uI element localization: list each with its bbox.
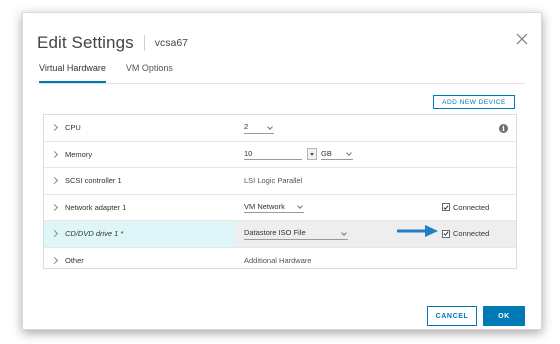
memory-input-value: 10 xyxy=(244,149,253,159)
cdrom-select-value: Datastore ISO File xyxy=(244,228,306,238)
memory-expander[interactable]: Memory xyxy=(44,142,234,168)
edit-settings-dialog: Edit Settings vcsa67 Virtual Hardware VM… xyxy=(22,12,542,330)
other-value: Additional Hardware xyxy=(244,255,312,265)
hardware-row-network: Network adapter 1 VM Network Connected xyxy=(44,195,516,221)
cancel-button[interactable]: CANCEL xyxy=(427,306,477,326)
scsi-expander[interactable]: SCSI controller 1 xyxy=(44,168,234,194)
cpu-select[interactable]: 2 xyxy=(244,122,274,134)
cpu-label: CPU xyxy=(65,123,81,133)
info-icon[interactable]: i xyxy=(499,124,508,133)
vm-name: vcsa67 xyxy=(154,37,189,49)
tab-divider xyxy=(39,83,525,84)
checkbox-checked-icon xyxy=(442,203,450,212)
hardware-row-cpu: CPU 2 i xyxy=(44,115,516,142)
scsi-value: LSI Logic Parallel xyxy=(244,176,303,186)
cdrom-connected-checkbox[interactable]: Connected xyxy=(442,229,489,238)
chevron-down-icon xyxy=(267,123,273,130)
chevron-down-icon xyxy=(297,203,303,210)
cdrom-connected-label: Connected xyxy=(453,229,490,239)
dialog-header: Edit Settings vcsa67 xyxy=(37,31,188,55)
close-icon[interactable] xyxy=(515,32,529,46)
chevron-right-icon xyxy=(50,124,59,132)
network-select[interactable]: VM Network xyxy=(244,201,304,214)
cpu-select-value: 2 xyxy=(244,122,249,132)
cpu-value-cell: 2 xyxy=(244,115,274,141)
hardware-row-other: Other Additional Hardware xyxy=(44,248,516,269)
hardware-row-scsi: SCSI controller 1 LSI Logic Parallel xyxy=(44,168,516,195)
other-expander[interactable]: Other xyxy=(44,248,234,269)
cdrom-label: CD/DVD drive 1 * xyxy=(65,229,124,239)
chevron-right-icon xyxy=(50,177,59,185)
hardware-row-cdrom: CD/DVD drive 1 * Datastore ISO File Conn… xyxy=(44,221,516,248)
memory-value-cell: 10 GB xyxy=(244,142,353,168)
chevron-right-icon xyxy=(50,203,59,211)
chevron-down-icon xyxy=(341,229,347,236)
chevron-right-icon xyxy=(50,150,59,158)
ok-button[interactable]: OK xyxy=(483,306,525,326)
other-label: Other xyxy=(65,255,84,265)
title-divider xyxy=(143,35,145,51)
network-expander[interactable]: Network adapter 1 xyxy=(44,195,234,221)
hardware-row-memory: Memory 10 GB xyxy=(44,142,516,168)
network-connected: Connected xyxy=(442,195,489,221)
memory-label: Memory xyxy=(65,149,93,159)
add-new-device-button[interactable]: ADD NEW DEVICE xyxy=(433,95,515,109)
cdrom-connected: Connected xyxy=(442,221,489,247)
checkbox-checked-icon xyxy=(442,229,450,238)
cdrom-select[interactable]: Datastore ISO File xyxy=(244,228,348,240)
memory-unit-dropdown-button[interactable] xyxy=(307,148,317,161)
dialog-title: Edit Settings xyxy=(37,33,134,52)
tab-bar: Virtual Hardware VM Options xyxy=(39,61,193,83)
cpu-expander[interactable]: CPU xyxy=(44,115,234,141)
network-label: Network adapter 1 xyxy=(65,202,127,212)
network-value-cell: VM Network xyxy=(244,195,304,221)
memory-unit-select[interactable]: GB xyxy=(321,148,353,161)
chevron-right-icon xyxy=(50,256,59,264)
scsi-label: SCSI controller 1 xyxy=(65,176,122,186)
network-connected-label: Connected xyxy=(453,202,490,212)
caret-down-icon xyxy=(310,152,314,156)
memory-unit-value: GB xyxy=(321,148,332,158)
cdrom-value-cell: Datastore ISO File xyxy=(244,221,348,247)
chevron-down-icon xyxy=(346,150,352,157)
cdrom-expander[interactable]: CD/DVD drive 1 * xyxy=(44,221,234,247)
chevron-right-icon xyxy=(50,230,59,238)
memory-input[interactable]: 10 xyxy=(244,148,302,161)
hardware-list: CPU 2 i Memory 10 GB SCSI controller 1 L… xyxy=(43,114,517,269)
arrow-right-icon xyxy=(397,225,438,237)
tab-virtual-hardware[interactable]: Virtual Hardware xyxy=(39,61,106,83)
tab-vm-options[interactable]: VM Options xyxy=(126,61,173,83)
network-connected-checkbox[interactable]: Connected xyxy=(442,203,489,212)
network-select-value: VM Network xyxy=(244,201,285,211)
